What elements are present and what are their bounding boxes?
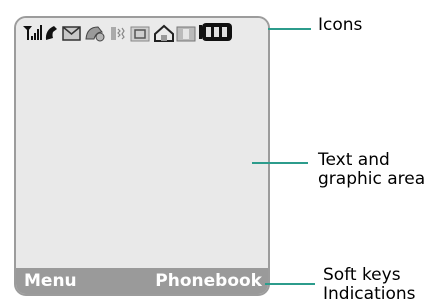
icons-callout-label: Icons <box>318 16 362 35</box>
softkeys-callout-label: Soft keys Indications <box>323 266 416 304</box>
message-icon <box>62 26 81 41</box>
signal-strength-icon <box>23 25 42 40</box>
softkeys-label-line2: Indications <box>323 284 416 304</box>
phone-screen: Menu Phonebook <box>14 16 270 296</box>
status-icon-bar <box>16 18 268 50</box>
softkeys-label-line1: Soft keys <box>323 265 401 285</box>
text-area-callout-line <box>252 162 308 164</box>
call-icon <box>45 26 57 40</box>
home-zone-icon <box>154 24 174 42</box>
softkey-bar: Menu Phonebook <box>16 268 268 294</box>
vibrate-icon <box>111 27 125 40</box>
text-area-label-line1: Text and <box>318 150 390 170</box>
icons-label: Icons <box>318 15 363 35</box>
softkeys-callout-line <box>265 283 315 285</box>
voicemail-icon <box>85 26 105 42</box>
text-area-callout-label: Text and graphic area <box>318 151 425 189</box>
softkey-right-phonebook[interactable]: Phonebook <box>155 271 262 291</box>
icons-callout-line <box>268 28 311 30</box>
battery-icon <box>199 23 232 41</box>
text-area-label-line2: graphic area <box>318 169 426 189</box>
silent-mode-icon <box>176 26 196 42</box>
gprs-icon <box>130 26 150 42</box>
text-graphic-area <box>16 50 268 272</box>
softkey-left-menu[interactable]: Menu <box>24 271 77 291</box>
